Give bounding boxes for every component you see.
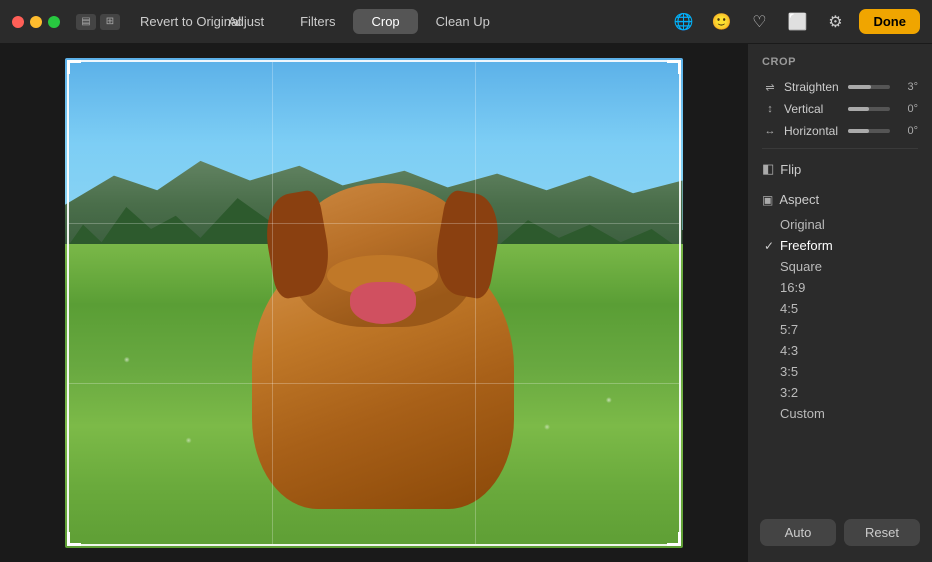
tab-adjust[interactable]: Adjust [210, 9, 282, 34]
tab-filters[interactable]: Filters [282, 9, 353, 34]
sidebar-toggle[interactable]: ▤ [76, 14, 96, 30]
straighten-label: Straighten [784, 80, 842, 94]
view-toggle[interactable]: ⊞ [100, 14, 120, 30]
aspect-item-freeform[interactable]: ✓ Freeform [748, 235, 932, 256]
flip-icon: ◧ [762, 161, 774, 177]
aspect-item-custom[interactable]: Custom [748, 403, 932, 424]
dog-silhouette [219, 166, 547, 509]
titlebar-right: 🌐 🙂 ♡ ⬜ ⚙ Done [669, 8, 920, 36]
horizontal-track[interactable] [848, 129, 890, 133]
straighten-track[interactable] [848, 85, 890, 89]
straighten-value: 3° [896, 81, 918, 93]
horizontal-row: ↔ Horizontal 0° [748, 120, 932, 142]
vertical-track[interactable] [848, 107, 890, 111]
vertical-label: Vertical [784, 102, 842, 116]
aspect-item-4-5[interactable]: 4:5 [748, 298, 932, 319]
reset-button[interactable]: Reset [844, 519, 920, 546]
panel-bottom: Auto Reset [748, 511, 932, 552]
vertical-icon: ↕ [762, 103, 778, 115]
aspect-item-16-9[interactable]: 16:9 [748, 277, 932, 298]
minimize-button[interactable] [30, 16, 42, 28]
done-button[interactable]: Done [859, 9, 920, 34]
divider-1 [762, 148, 918, 149]
aspect-section: ▣ Aspect Original ✓ Freeform Square 16:9 [748, 183, 932, 430]
aspect-item-3-5[interactable]: 3:5 [748, 361, 932, 382]
horizontal-value: 0° [896, 125, 918, 137]
close-button[interactable] [12, 16, 24, 28]
aspect-header[interactable]: ▣ Aspect [748, 187, 932, 212]
horizontal-label: Horizontal [784, 124, 842, 138]
flip-row[interactable]: ◧ Flip [748, 155, 932, 183]
right-panel: CROP ⇌ Straighten 3° ↕ Vertical 0° ↔ Hor… [747, 44, 932, 562]
titlebar: ▤ ⊞ Revert to Original Adjust Filters Cr… [0, 0, 932, 44]
photo-area [0, 44, 747, 562]
straighten-icon: ⇌ [762, 81, 778, 94]
maximize-button[interactable] [48, 16, 60, 28]
horizontal-icon: ↔ [762, 125, 778, 137]
aspect-item-3-2[interactable]: 3:2 [748, 382, 932, 403]
emoji-icon[interactable]: 🙂 [707, 8, 735, 36]
aspect-item-5-7[interactable]: 5:7 [748, 319, 932, 340]
vertical-value: 0° [896, 103, 918, 115]
photo-container [65, 58, 683, 548]
vertical-row: ↕ Vertical 0° [748, 98, 932, 120]
share-icon[interactable]: ⬜ [783, 8, 811, 36]
window-controls: ▤ ⊞ [76, 14, 120, 30]
flip-label: Flip [780, 162, 801, 177]
globe-icon[interactable]: 🌐 [669, 8, 697, 36]
aspect-icon: ▣ [762, 193, 773, 207]
more-icon[interactable]: ⚙ [821, 8, 849, 36]
checkmark-icon: ✓ [764, 239, 774, 253]
photo [65, 58, 683, 548]
aspect-items: Original ✓ Freeform Square 16:9 4:5 5:7 [748, 212, 932, 426]
tab-cleanup[interactable]: Clean Up [418, 9, 508, 34]
straighten-row: ⇌ Straighten 3° [748, 76, 932, 98]
dog-photo [65, 58, 683, 548]
main-content: CROP ⇌ Straighten 3° ↕ Vertical 0° ↔ Hor… [0, 44, 932, 562]
nav-tabs: Adjust Filters Crop Clean Up [210, 9, 508, 34]
aspect-title: Aspect [779, 192, 819, 207]
traffic-lights [12, 16, 60, 28]
heart-icon[interactable]: ♡ [745, 8, 773, 36]
auto-button[interactable]: Auto [760, 519, 836, 546]
panel-title: CROP [748, 56, 932, 76]
tab-crop[interactable]: Crop [353, 9, 417, 34]
aspect-item-square[interactable]: Square [748, 256, 932, 277]
aspect-item-original[interactable]: Original [748, 214, 932, 235]
aspect-item-4-3[interactable]: 4:3 [748, 340, 932, 361]
